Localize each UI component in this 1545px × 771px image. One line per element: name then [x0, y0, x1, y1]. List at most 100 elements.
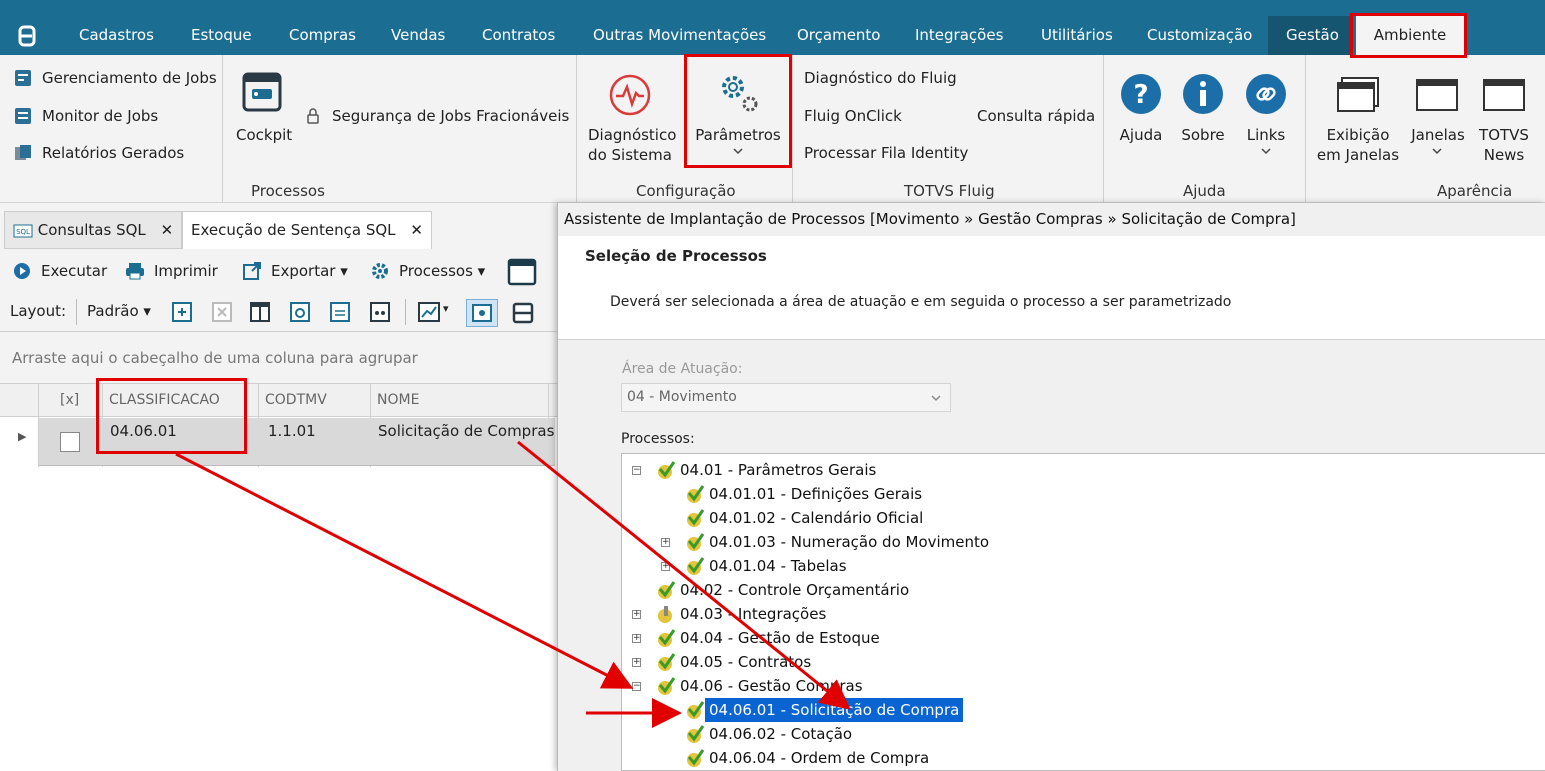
- menu-contratos[interactable]: Contratos: [482, 16, 555, 55]
- tree-item[interactable]: 04.01.04 - Tabelas: [709, 554, 847, 578]
- security-jobs-button[interactable]: Segurança de Jobs Fracionáveis: [332, 107, 569, 125]
- tree-item[interactable]: 04.06 - Gestão Compras: [680, 674, 863, 698]
- menu-orcamento[interactable]: Orçamento: [797, 16, 881, 55]
- process-check-icon: [687, 725, 705, 743]
- eye-icon: [472, 304, 492, 322]
- process-check-icon: [687, 509, 705, 527]
- window-display-button[interactable]: Exibição em Janelas: [1316, 125, 1400, 165]
- menu-estoque[interactable]: Estoque: [191, 16, 252, 55]
- tree-item[interactable]: 04.04 - Gestão de Estoque: [680, 626, 880, 650]
- about-icon: [1183, 74, 1223, 114]
- tree-item[interactable]: 04.03 - Integrações: [680, 602, 826, 626]
- column-header-codtmv[interactable]: CODTMV: [265, 392, 327, 408]
- export-button[interactable]: Exportar ▾: [271, 262, 348, 280]
- fluig-diagnostic-button[interactable]: Diagnóstico do Fluig: [804, 69, 957, 87]
- quick-query-button[interactable]: Consulta rápida: [977, 107, 1095, 125]
- chevron-down-icon: [1261, 148, 1271, 155]
- tree-item[interactable]: 04.01.02 - Calendário Oficial: [709, 506, 923, 530]
- svg-text:SQL: SQL: [16, 228, 30, 236]
- tree-item-selected[interactable]: 04.06.01 - Solicitação de Compra: [705, 698, 964, 722]
- expand-icon[interactable]: +: [661, 538, 670, 547]
- link-grid-icon[interactable]: [370, 302, 390, 322]
- help-button[interactable]: Ajuda: [1117, 125, 1165, 145]
- menu-outras-movimentacoes[interactable]: Outras Movimentações: [593, 16, 766, 55]
- cell-nome[interactable]: Solicitação de Compras: [378, 422, 554, 440]
- menu-compras[interactable]: Compras: [289, 16, 356, 55]
- reports-button[interactable]: Relatórios Gerados: [42, 144, 184, 162]
- expand-icon[interactable]: +: [661, 562, 670, 571]
- collapse-icon[interactable]: −: [632, 682, 641, 691]
- menu-gestao[interactable]: Gestão: [1286, 16, 1339, 55]
- menu-customizacao[interactable]: Customização: [1147, 16, 1252, 55]
- data-grid: Arraste aqui o cabeçalho de uma coluna p…: [0, 331, 560, 771]
- export-label: Exportar: [271, 262, 336, 280]
- export-icon: [243, 262, 261, 280]
- jobs-manager-button[interactable]: Gerenciamento de Jobs: [42, 69, 217, 87]
- jobs-monitor-button[interactable]: Monitor de Jobs: [42, 107, 158, 125]
- about-button[interactable]: Sobre: [1179, 125, 1227, 145]
- column-header-select[interactable]: [x]: [60, 392, 79, 408]
- processes-gear-icon: [372, 263, 388, 279]
- cell-codtmv[interactable]: 1.1.01: [268, 422, 316, 440]
- layout-select[interactable]: Padrão ▾: [87, 302, 151, 320]
- news-label-1: TOTVS: [1479, 126, 1529, 144]
- dialog-description: Deverá ser selecionada a área de atuação…: [610, 294, 1232, 310]
- split-icon[interactable]: [512, 302, 534, 324]
- menu-utilitarios[interactable]: Utilitários: [1041, 16, 1113, 55]
- delete-row-icon[interactable]: [212, 302, 232, 322]
- columns-icon[interactable]: [250, 302, 270, 322]
- window-icon[interactable]: [507, 258, 537, 286]
- add-row-icon[interactable]: [172, 302, 192, 322]
- highlight-ambiente: [1350, 13, 1467, 58]
- group-label-fluig: TOTVS Fluig: [904, 182, 995, 200]
- tree-item[interactable]: 04.02 - Controle Orçamentário: [680, 578, 909, 602]
- menu-cadastros[interactable]: Cadastros: [79, 16, 154, 55]
- settings-grid-icon[interactable]: [290, 302, 310, 322]
- close-icon[interactable]: ✕: [410, 221, 423, 239]
- news-label-2: News: [1483, 146, 1525, 164]
- column-header-nome[interactable]: NOME: [377, 392, 419, 408]
- run-button[interactable]: Executar: [41, 262, 107, 280]
- collapse-icon[interactable]: −: [632, 466, 641, 475]
- dialog-title: Assistente de Implantação de Processos […: [564, 210, 1296, 228]
- identity-queue-button[interactable]: Processar Fila Identity: [804, 144, 968, 162]
- printer-icon: [126, 263, 144, 280]
- menu-integracoes[interactable]: Integrações: [915, 16, 1003, 55]
- app-menu-icon[interactable]: [17, 25, 39, 47]
- group-hint: Arraste aqui o cabeçalho de uma coluna p…: [12, 349, 418, 367]
- sql-panel: SQL Consultas SQL ✕ Execução de Sentença…: [0, 203, 560, 771]
- area-select[interactable]: 04 - Movimento: [621, 383, 951, 412]
- fluig-onclick-button[interactable]: Fluig OnClick: [804, 107, 902, 125]
- process-check-icon: [687, 557, 705, 575]
- process-check-icon: [658, 653, 676, 671]
- process-tree: − 04.01 - Parâmetros Gerais 04.01.01 - Def…: [621, 453, 1545, 771]
- chevron-down-icon: [931, 395, 941, 402]
- totvs-news-button[interactable]: TOTVS News: [1476, 125, 1532, 165]
- chart-dropdown[interactable]: ▾: [443, 302, 449, 315]
- windows-button[interactable]: Janelas: [1410, 125, 1466, 145]
- tree-item[interactable]: 04.01.03 - Numeração do Movimento: [709, 530, 989, 554]
- tree-item[interactable]: 04.01 - Parâmetros Gerais: [680, 458, 876, 482]
- menu-vendas[interactable]: Vendas: [391, 16, 445, 55]
- system-diagnostic-button[interactable]: Diagnóstico do Sistema: [588, 125, 676, 165]
- links-button[interactable]: Links: [1242, 125, 1290, 145]
- form-icon[interactable]: [330, 302, 350, 322]
- expand-icon[interactable]: +: [632, 610, 641, 619]
- tree-item[interactable]: 04.06.04 - Ordem de Compra: [709, 746, 929, 770]
- tab-sql-queries[interactable]: SQL Consultas SQL ✕: [4, 211, 183, 249]
- process-check-icon: [687, 749, 705, 767]
- tree-item[interactable]: 04.05 - Contratos: [680, 650, 811, 674]
- dialog-heading: Seleção de Processos: [585, 247, 767, 265]
- expand-icon[interactable]: +: [632, 634, 641, 643]
- cockpit-button[interactable]: Cockpit: [236, 125, 292, 145]
- tree-item[interactable]: 04.01.01 - Definições Gerais: [709, 482, 922, 506]
- row-checkbox[interactable]: [60, 432, 80, 452]
- print-button[interactable]: Imprimir: [154, 262, 218, 280]
- processes-button[interactable]: Processos ▾: [399, 262, 485, 280]
- menu-bar: Cadastros Estoque Compras Vendas Contrat…: [0, 16, 1545, 55]
- expand-icon[interactable]: +: [632, 658, 641, 667]
- tab-sql-execution[interactable]: Execução de Sentença SQL ✕: [182, 211, 432, 249]
- tree-item[interactable]: 04.06.02 - Cotação: [709, 722, 852, 746]
- close-icon[interactable]: ✕: [161, 221, 174, 239]
- chart-icon[interactable]: [418, 302, 440, 322]
